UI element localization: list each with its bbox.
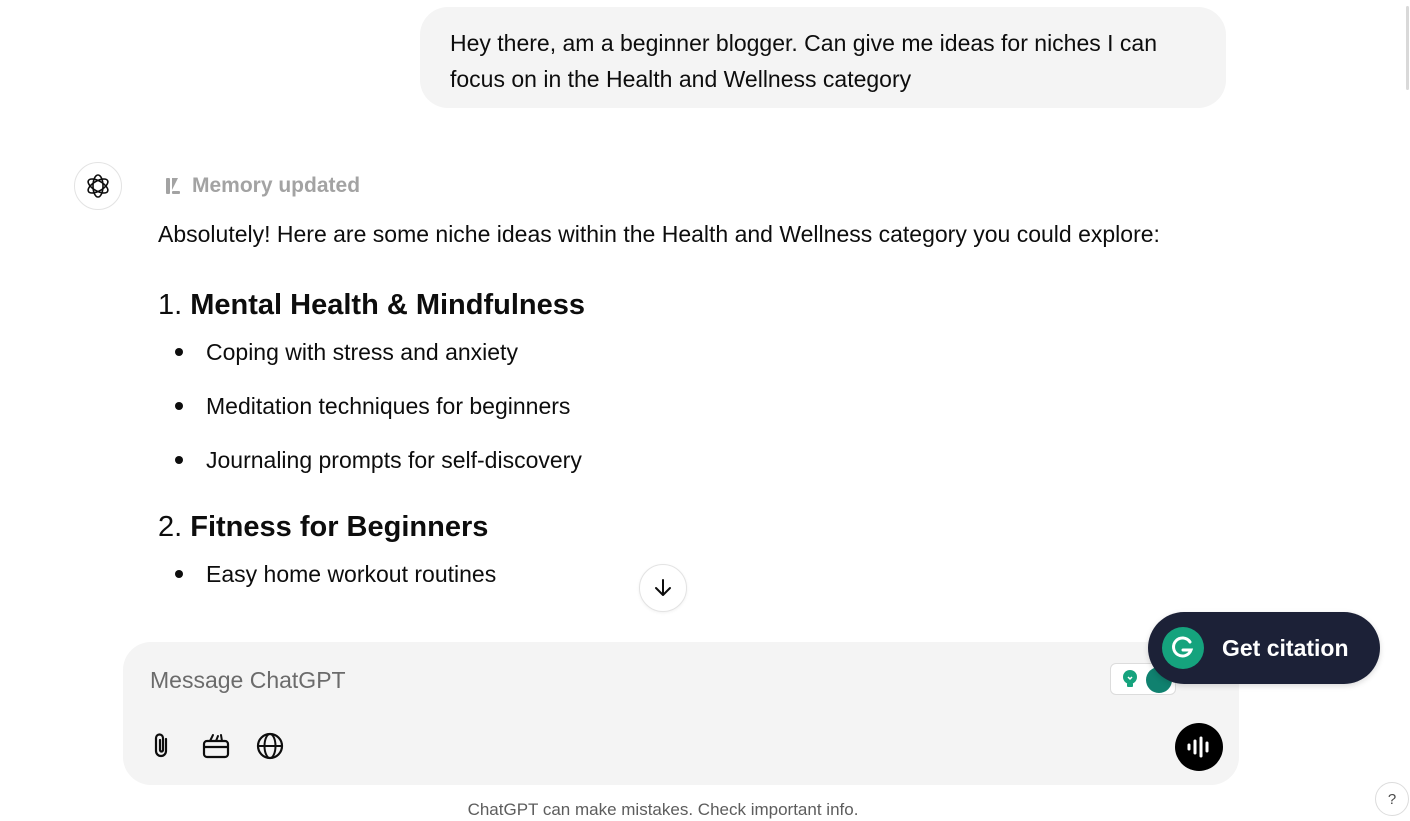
letter-g-icon <box>1172 636 1194 658</box>
bullet-list: Coping with stress and anxiety Meditatio… <box>158 335 1228 477</box>
memory-icon <box>166 178 180 194</box>
openai-logo-icon <box>87 174 109 198</box>
bullet-marker <box>175 456 183 464</box>
list-item: Easy home workout routines <box>158 557 1228 591</box>
help-label: ? <box>1387 790 1397 808</box>
list-item-text: Easy home workout routines <box>206 561 497 587</box>
toolbox-icon <box>202 734 230 759</box>
voice-waveform-icon <box>1187 736 1209 758</box>
lightbulb-icon <box>1123 670 1137 687</box>
bullet-marker <box>175 570 183 578</box>
globe-icon <box>256 732 284 760</box>
section-heading: 1. Mental Health & Mindfulness <box>158 285 1228 325</box>
web-search-button[interactable] <box>253 729 287 763</box>
assistant-avatar <box>74 162 122 210</box>
tools-button[interactable] <box>199 729 233 763</box>
get-citation-label: Get citation <box>1222 634 1349 661</box>
scroll-to-bottom-button[interactable] <box>639 564 687 612</box>
message-input[interactable] <box>150 662 1050 698</box>
paperclip-icon <box>154 733 168 758</box>
chat-scrollbar[interactable] <box>1402 0 1410 640</box>
section-number: 1. <box>158 289 183 321</box>
footer-disclaimer: ChatGPT can make mistakes. Check importa… <box>467 800 859 819</box>
section-title: Fitness for Beginners <box>190 511 489 543</box>
list-item-text: Meditation techniques for beginners <box>206 393 571 419</box>
arrow-down-icon <box>655 579 671 596</box>
bullet-marker <box>175 348 183 356</box>
bullet-list: Easy home workout routines <box>158 557 1228 591</box>
assistant-message: Absolutely! Here are some niche ideas wi… <box>158 214 1228 629</box>
attach-button[interactable] <box>145 729 179 763</box>
assistant-intro: Absolutely! Here are some niche ideas wi… <box>158 221 1160 247</box>
section-heading: 2. Fitness for Beginners <box>158 507 1228 547</box>
list-item: Journaling prompts for self-discovery <box>158 443 1228 477</box>
list-item: Meditation techniques for beginners <box>158 389 1228 423</box>
section-number: 2. <box>158 511 183 543</box>
user-message-text: Hey there, am a beginner blogger. Can gi… <box>450 30 1158 92</box>
section-title: Mental Health & Mindfulness <box>190 289 586 321</box>
list-item: Coping with stress and anxiety <box>158 335 1228 369</box>
list-item-text: Journaling prompts for self-discovery <box>206 447 582 473</box>
grammarly-logo-icon <box>1162 627 1204 669</box>
memory-updated-indicator[interactable]: Memory updated <box>163 171 360 201</box>
get-citation-button[interactable]: Get citation <box>1148 612 1380 684</box>
bullet-marker <box>175 402 183 410</box>
memory-status-label: Memory updated <box>192 174 361 197</box>
user-message-bubble: Hey there, am a beginner blogger. Can gi… <box>420 7 1226 108</box>
list-item-text: Coping with stress and anxiety <box>206 339 518 365</box>
chat-scrollbar-thumb[interactable] <box>1406 6 1409 90</box>
help-button[interactable]: ? <box>1375 782 1409 816</box>
message-composer <box>123 642 1239 785</box>
voice-mode-button[interactable] <box>1175 723 1223 771</box>
